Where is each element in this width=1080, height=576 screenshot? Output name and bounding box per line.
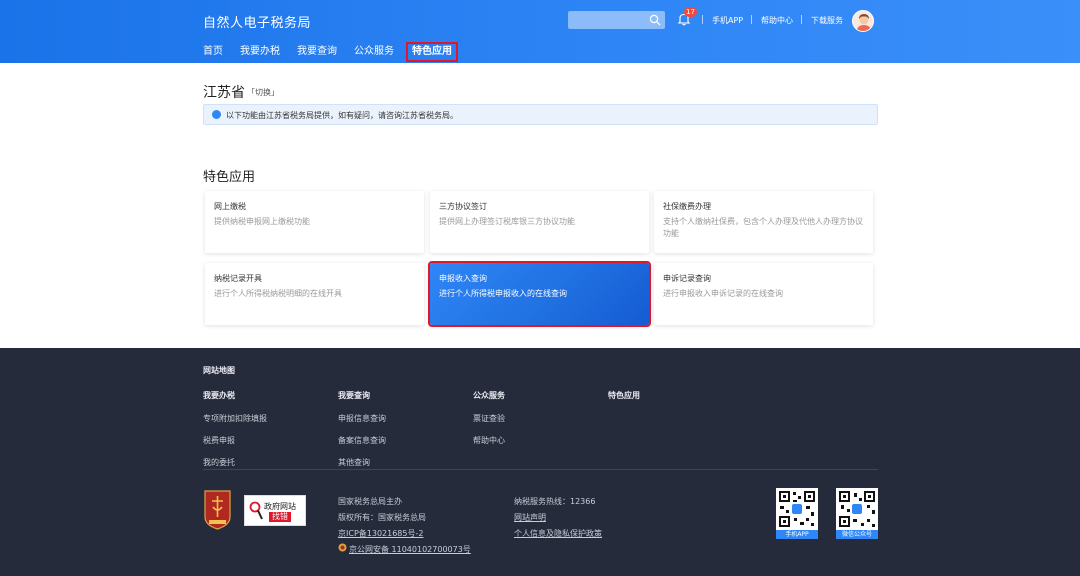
sitemap-link[interactable]: 专项附加扣除填报 [203, 413, 267, 424]
card-tripartite-agreement[interactable]: 三方协议签订 提供网上办理签订税库银三方协议功能 [430, 191, 649, 253]
privacy-policy-link[interactable]: 个人信息及隐私保护政策 [514, 528, 602, 539]
sitemap-link[interactable]: 票证查验 [473, 413, 505, 424]
gov-website-error-badge[interactable]: 政府网站 找错 [244, 495, 306, 526]
card-social-insurance[interactable]: 社保缴费办理 支持个人缴纳社保费，包含个人办理及代他人办理方协议功能 [654, 191, 873, 253]
card-tax-record-issue[interactable]: 纳税记录开具 进行个人所得税纳税明细的在线开具 [205, 263, 424, 325]
card-desc: 进行个人所得税申报收入的在线查询 [439, 289, 567, 298]
sponsor-text: 国家税务总局主办 [338, 497, 402, 506]
province-title: 江苏省 [203, 85, 245, 101]
notice-bar: 以下功能由江苏省税务局提供，如有疑问，请咨询江苏省税务局。 [203, 104, 878, 125]
card-online-tax-payment[interactable]: 网上缴税 提供纳税申报网上缴税功能 [205, 191, 424, 253]
notice-text: 以下功能由江苏省税务局提供，如有疑问，请咨询江苏省税务局。 [226, 111, 458, 120]
sitemap-title: 网站地图 [203, 366, 235, 375]
sitemap-link[interactable]: 其他查询 [338, 457, 386, 468]
nav-item-featured-apps[interactable]: 特色应用 [406, 42, 458, 62]
public-security-link[interactable]: 京公网安备 11040102700073号 [349, 544, 471, 555]
sitemap-column: 我要查询 申报信息查询 备案信息查询 其他查询 [338, 390, 386, 479]
info-icon [212, 110, 221, 119]
site-footer: 网站地图 我要办税 专项附加扣除填报 税费申报 我的委托 我要查询 申报信息查询… [0, 348, 1080, 576]
gov-badge-subtext: 找错 [269, 512, 291, 522]
card-declared-income-query[interactable]: 申报收入查询 进行个人所得税申报收入的在线查询 [428, 261, 651, 327]
avatar-icon [856, 14, 872, 31]
sitemap-link[interactable]: 帮助中心 [473, 435, 505, 446]
sitemap-link[interactable]: 备案信息查询 [338, 435, 386, 446]
card-title: 申诉记录查询 [663, 274, 711, 283]
qr-code-app [776, 488, 818, 530]
nav-item-public-service[interactable]: 公众服务 [354, 44, 394, 60]
sitemap-column-head[interactable]: 公众服务 [473, 390, 505, 401]
gov-badge-text: 政府网站 [264, 502, 296, 511]
footer-divider [203, 469, 878, 470]
sitemap-link[interactable]: 我的委托 [203, 457, 267, 468]
card-desc: 提供网上办理签订税库银三方协议功能 [439, 217, 575, 226]
sitemap-column: 我要办税 专项附加扣除填报 税费申报 我的委托 [203, 390, 267, 479]
search-icon[interactable] [649, 14, 661, 26]
card-title: 社保缴费办理 [663, 202, 711, 211]
site-brand[interactable]: 自然人电子税务局 [203, 12, 311, 31]
hotline-text: 纳税服务热线：12366 [514, 497, 596, 506]
top-header: 自然人电子税务局 首页 我要办税 我要查询 公众服务 特色应用 17 手机APP… [0, 0, 1080, 63]
download-service-link[interactable]: 下载服务 [811, 15, 843, 26]
icp-link[interactable]: 京ICP备13021685号-2 [338, 528, 423, 539]
copyright-text: 版权所有：国家税务总局 [338, 513, 426, 522]
header-separator [751, 15, 752, 24]
qr-label-wechat: 微信公众号 [836, 530, 878, 539]
card-title: 网上缴税 [214, 202, 246, 211]
nav-item-query[interactable]: 我要查询 [297, 44, 337, 60]
sitemap-column: 公众服务 票证查验 帮助中心 [473, 390, 505, 457]
card-desc: 提供纳税申报网上缴税功能 [214, 217, 310, 226]
card-desc: 进行个人所得税纳税明细的在线开具 [214, 289, 342, 298]
notification-badge: 17 [684, 7, 697, 17]
card-title: 三方协议签订 [439, 202, 487, 211]
qr-code-icon [779, 491, 815, 527]
sitemap-column: 特色应用 [608, 390, 640, 413]
qr-code-icon [839, 491, 875, 527]
card-title: 纳税记录开具 [214, 274, 262, 283]
sitemap-column-head[interactable]: 特色应用 [608, 390, 640, 401]
nav-item-do-tax[interactable]: 我要办税 [240, 44, 280, 60]
site-statement-link[interactable]: 网站声明 [514, 512, 546, 523]
card-title: 申报收入查询 [439, 274, 487, 283]
user-avatar[interactable] [852, 10, 874, 32]
card-desc: 进行申报收入申诉记录的在线查询 [663, 289, 783, 298]
qr-label-app: 手机APP [776, 530, 818, 539]
switch-province-link[interactable]: 「切换」 [247, 87, 279, 98]
police-badge-icon [338, 543, 347, 552]
card-appeal-record-query[interactable]: 申诉记录查询 进行申报收入申诉记录的在线查询 [654, 263, 873, 325]
header-separator [702, 15, 703, 24]
help-center-link[interactable]: 帮助中心 [761, 15, 793, 26]
main-nav: 首页 我要办税 我要查询 公众服务 特色应用 [203, 42, 473, 62]
header-separator [801, 15, 802, 24]
mobile-app-link[interactable]: 手机APP [712, 15, 743, 26]
nav-item-home[interactable]: 首页 [203, 44, 223, 60]
magnifier-icon [249, 501, 263, 520]
card-desc: 支持个人缴纳社保费，包含个人办理及代他人办理方协议功能 [663, 217, 863, 238]
party-emblem-icon[interactable] [203, 489, 232, 530]
sitemap-column-head[interactable]: 我要办税 [203, 390, 267, 401]
section-title: 特色应用 [203, 170, 256, 185]
sitemap-link[interactable]: 税费申报 [203, 435, 267, 446]
search-input[interactable] [568, 11, 665, 29]
qr-code-wechat [836, 488, 878, 530]
sitemap-column-head[interactable]: 我要查询 [338, 390, 386, 401]
sitemap-link[interactable]: 申报信息查询 [338, 413, 386, 424]
